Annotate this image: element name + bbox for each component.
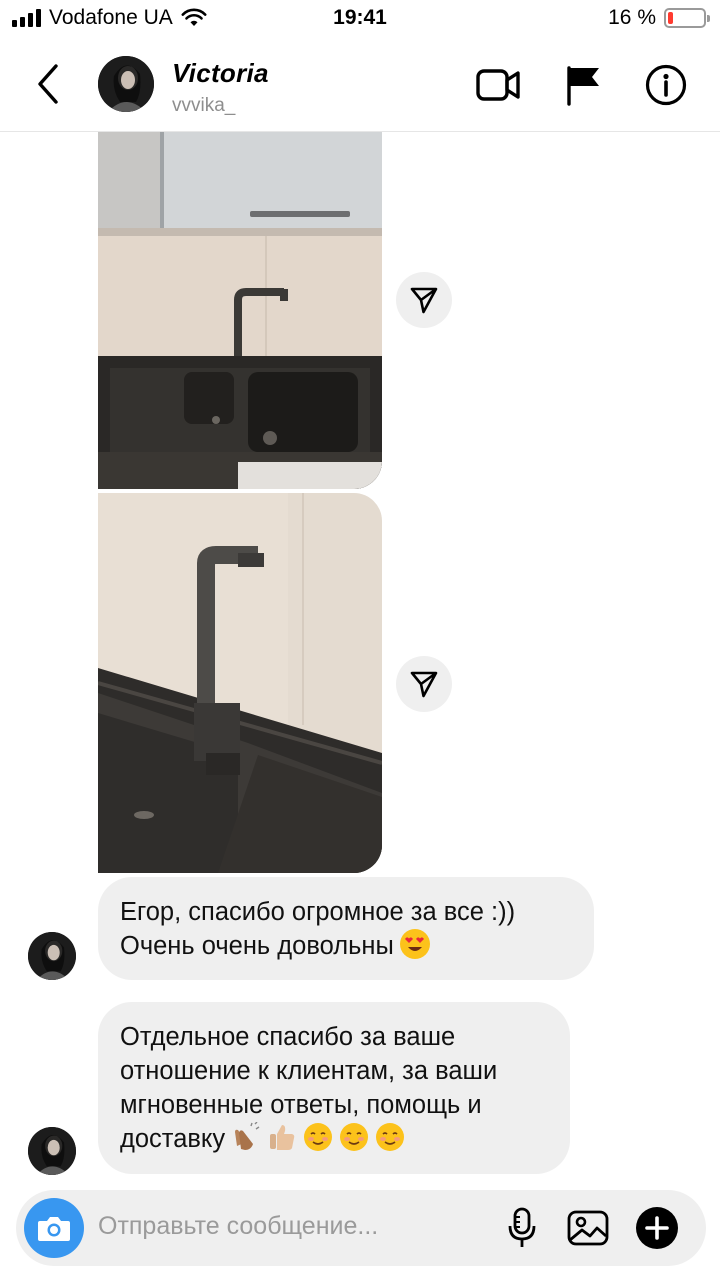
battery-level (668, 12, 673, 24)
battery-percent: 16 % (608, 6, 656, 29)
message-text-line: мгновенные ответы, помощь и (120, 1091, 482, 1119)
back-chevron-icon[interactable] (28, 60, 68, 108)
smiling-face-emoji (339, 1122, 369, 1152)
info-icon (645, 64, 687, 106)
message-text-line: отношение к клиентам, за ваши (120, 1057, 498, 1085)
message-text: доставку (120, 1125, 226, 1153)
battery-icon (664, 8, 710, 28)
message-input[interactable] (98, 1212, 458, 1241)
camera-button[interactable] (24, 1198, 84, 1258)
avatar[interactable] (98, 56, 154, 112)
message-text-line: Егор, спасибо огромное за все :)) (120, 898, 516, 926)
gallery-button[interactable] (564, 1204, 612, 1252)
contact-name[interactable]: Victoria (172, 58, 269, 89)
info-button[interactable] (641, 60, 691, 110)
video-call-icon (476, 69, 520, 101)
smiling-face-emoji (303, 1122, 333, 1152)
share-button[interactable] (396, 272, 452, 328)
contact-username[interactable]: vvvika_ (172, 95, 235, 117)
video-call-button[interactable] (473, 60, 523, 110)
direct-message-screen: Vodafone UA 19:41 16 % Victoria vvvika_ … (0, 0, 720, 1280)
paper-plane-icon (410, 671, 438, 698)
flag-icon (567, 66, 599, 106)
gallery-icon (567, 1210, 609, 1246)
plus-icon (636, 1207, 678, 1249)
sender-avatar[interactable] (28, 932, 76, 980)
flag-button[interactable] (558, 60, 608, 110)
photo-message-sink[interactable] (98, 132, 382, 489)
photo-message-faucet[interactable] (98, 493, 382, 873)
camera-icon (38, 1217, 70, 1241)
faucet-photo (98, 493, 382, 873)
message-bubble[interactable]: Егор, спасибо огромное за все :)) Очень … (98, 877, 594, 980)
clapping-hands-emoji (231, 1122, 261, 1152)
microphone-icon (508, 1207, 536, 1247)
message-text: Очень очень довольны (120, 932, 394, 960)
share-button[interactable] (396, 656, 452, 712)
smiling-face-emoji (375, 1122, 405, 1152)
message-bubble[interactable]: Отдельное спасибо за ваше отношение к кл… (98, 1002, 570, 1174)
sender-avatar[interactable] (28, 1127, 76, 1175)
heart-eyes-emoji (399, 929, 430, 959)
status-right: 16 % (608, 6, 710, 30)
message-text-line: Очень очень довольны (120, 929, 572, 963)
status-bar: Vodafone UA 19:41 16 % (0, 0, 720, 40)
message-text-line: доставку (120, 1122, 548, 1156)
more-button[interactable] (633, 1204, 681, 1252)
message-text-line: Отдельное спасибо за ваше (120, 1023, 456, 1051)
thumbs-up-emoji (267, 1122, 297, 1152)
paper-plane-icon (410, 287, 438, 314)
chat-header: Victoria vvvika_ (0, 40, 720, 132)
message-composer (16, 1190, 706, 1266)
microphone-button[interactable] (498, 1204, 546, 1252)
sink-photo (98, 132, 382, 489)
